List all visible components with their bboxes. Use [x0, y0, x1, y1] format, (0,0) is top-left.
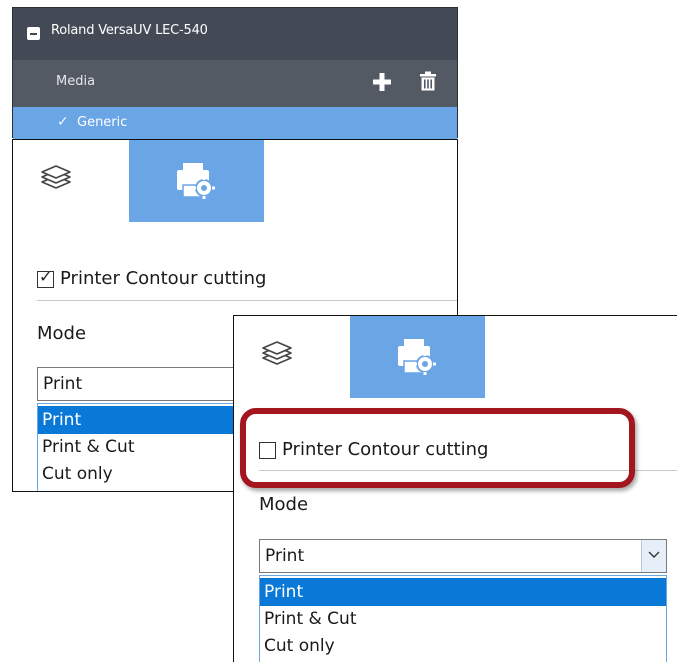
mode-select-value: Print — [265, 546, 305, 566]
mode-label: Mode — [259, 494, 309, 515]
contour-cutting-checkbox[interactable]: ✓ — [37, 267, 54, 288]
printer-settings-icon — [177, 163, 215, 199]
trash-icon[interactable] — [417, 70, 439, 92]
device-title: Roland VersaUV LEC-540 — [51, 23, 208, 38]
option-print[interactable]: Print — [260, 578, 666, 606]
dropdown-button[interactable] — [641, 540, 666, 572]
settings-panel-unchecked: Printer Contour cutting Mode Print Print… — [233, 315, 677, 662]
tab-layers[interactable] — [13, 140, 93, 222]
device-panel: Roland VersaUV LEC-540 Media ✓ Generic — [12, 7, 458, 139]
media-row: Media — [13, 60, 457, 107]
media-item-generic[interactable]: ✓ Generic — [13, 107, 457, 139]
media-label: Media — [56, 74, 96, 89]
mode-select-value: Print — [43, 374, 83, 394]
highlight-annotation — [240, 408, 635, 488]
media-item-label: Generic — [77, 115, 128, 130]
device-header[interactable]: Roland VersaUV LEC-540 — [13, 8, 457, 60]
tab-printer-settings[interactable] — [350, 316, 485, 398]
option-print-and-cut[interactable]: Print & Cut — [260, 605, 666, 633]
chevron-down-icon — [648, 551, 660, 558]
tab-layers[interactable] — [234, 316, 314, 398]
check-icon: ✓ — [39, 267, 53, 286]
minus-square-icon[interactable] — [27, 27, 40, 40]
divider — [37, 300, 457, 301]
layers-icon — [41, 165, 71, 189]
contour-cutting-label: Printer Contour cutting — [60, 268, 267, 289]
layers-icon — [262, 341, 292, 365]
mode-label: Mode — [37, 323, 87, 344]
option-cut-only[interactable]: Cut only — [260, 632, 666, 660]
mode-select[interactable]: Print — [259, 539, 667, 573]
mode-options-list: Print Print & Cut Cut only — [259, 575, 667, 662]
plus-icon[interactable] — [372, 72, 392, 92]
check-icon: ✓ — [57, 114, 69, 130]
printer-settings-icon — [398, 339, 436, 375]
tab-printer-settings[interactable] — [129, 140, 264, 222]
